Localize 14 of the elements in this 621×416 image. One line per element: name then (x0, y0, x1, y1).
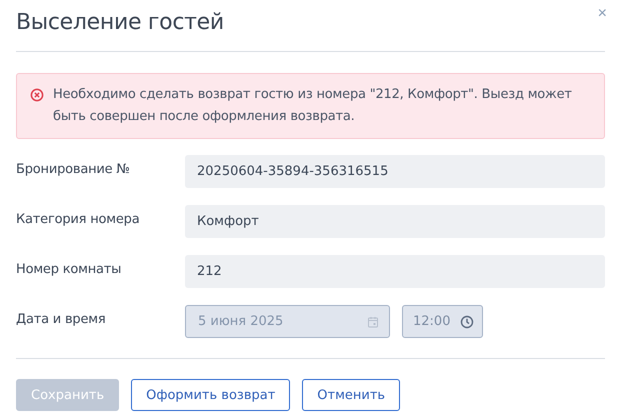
action-button[interactable]: Оформить возврат (131, 379, 290, 411)
text-field[interactable]: 212 (185, 255, 605, 288)
text-field[interactable]: Комфорт (185, 205, 605, 238)
dialog-title: Выселение гостей (16, 10, 224, 35)
alert-message: Необходимо сделать возврат гостю из номера "212, Комфорт". Выезд может быть совершен после оформления возврата. (53, 86, 573, 126)
clock-icon (460, 314, 474, 328)
field-label: Категория номера (16, 212, 140, 227)
field-label: Дата и время (16, 312, 107, 327)
calendar-icon (367, 316, 379, 328)
text-field[interactable]: 20250604-35894-356316515 (185, 155, 605, 188)
field-label: Номер комнаты (16, 262, 122, 277)
error-icon (30, 88, 44, 102)
action-button[interactable]: Отменить (302, 379, 400, 411)
field-label: Бронирование № (16, 162, 131, 177)
